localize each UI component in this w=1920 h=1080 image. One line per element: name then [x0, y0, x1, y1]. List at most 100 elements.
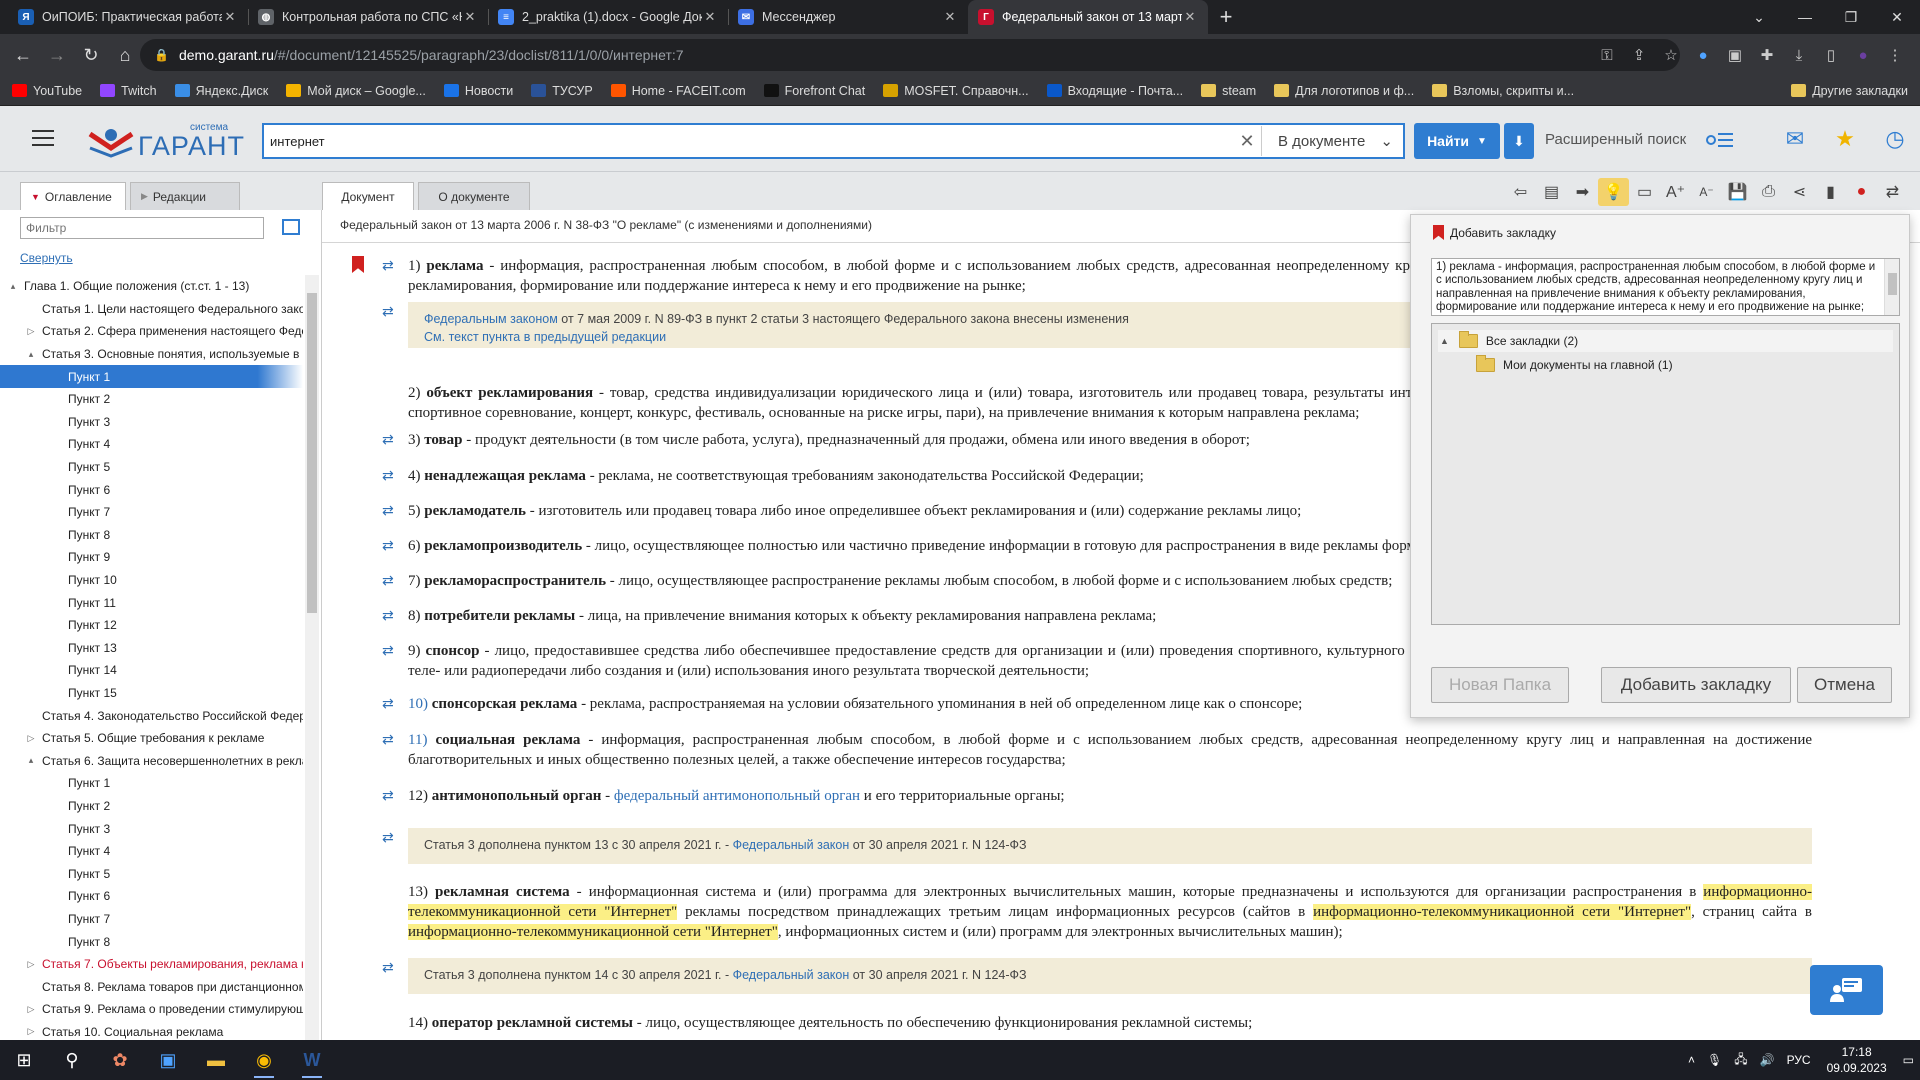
garant-logo[interactable]: система ГАРАНТ — [88, 123, 245, 160]
toc-item[interactable]: Пункт 8 — [0, 930, 303, 953]
download-icon[interactable]: ⤓ — [1784, 39, 1814, 71]
file-explorer-icon[interactable]: ▬ — [192, 1040, 240, 1080]
start-button[interactable]: ⊞ — [0, 1040, 48, 1080]
other-bookmarks[interactable]: Другие закладки — [1791, 84, 1908, 98]
tab-search-icon[interactable]: ⌄ — [1736, 0, 1782, 34]
volume-icon[interactable]: 🔊 — [1760, 1053, 1775, 1067]
paragraph-link-icon[interactable]: ⇄ — [382, 503, 396, 519]
reload-button[interactable]: ↻ — [74, 38, 108, 72]
toc-item[interactable]: Пункт 7 — [0, 908, 303, 931]
toc-item[interactable]: ▷ Статья 9. Реклама о проведении стимулир… — [0, 998, 303, 1021]
toc-item[interactable]: Пункт 6 — [0, 885, 303, 908]
notifications-icon[interactable]: ▭ — [1903, 1053, 1914, 1067]
prev-arrow-icon[interactable]: ⇦ — [1505, 178, 1536, 206]
tab-close-icon[interactable]: ✕ — [702, 9, 718, 25]
toc-item[interactable]: ▴ Статья 3. Основные понятия, используемы… — [0, 343, 303, 366]
bookmark-item[interactable]: Для логотипов и ф... — [1274, 84, 1414, 98]
bookmark-text-scrollbar-thumb[interactable] — [1888, 273, 1897, 295]
browser-tab[interactable]: ≡ 2_praktika (1).docx - Google Док ✕ — [488, 0, 728, 34]
mail-users-icon[interactable]: ✉ — [1770, 120, 1820, 158]
toc-item[interactable]: Пункт 3 — [0, 817, 303, 840]
advanced-search-icon[interactable] — [1706, 131, 1734, 149]
toc-item[interactable]: Пункт 5 — [0, 456, 303, 479]
bookmark-item[interactable]: YouTube — [12, 84, 82, 98]
clock[interactable]: 17:18 09.09.2023 — [1827, 1044, 1887, 1076]
share-icon[interactable]: ⇪ — [1624, 39, 1654, 71]
p10-number[interactable]: 10) — [408, 696, 428, 712]
note1-law-link[interactable]: Федеральным законом — [424, 312, 558, 326]
save-icon[interactable]: 💾 — [1722, 178, 1753, 206]
toc-item[interactable]: Пункт 6 — [0, 478, 303, 501]
bookmark-item[interactable]: Яндекс.Диск — [174, 84, 268, 98]
back-button[interactable]: ← — [6, 38, 40, 72]
p12-antimonopoly-link[interactable]: федеральный антимонопольный орган — [614, 788, 860, 804]
tab-document[interactable]: Документ — [322, 182, 414, 210]
paragraph-link-icon[interactable]: ⇄ — [382, 696, 396, 712]
toc-item[interactable]: Пункт 4 — [0, 840, 303, 863]
bookmark-item[interactable]: ТУСУР — [531, 84, 593, 98]
browser-tab[interactable]: Я ОиПОИБ: Практическая работа ✕ — [8, 0, 248, 34]
toc-item[interactable]: Пункт 14 — [0, 659, 303, 682]
toc-item[interactable]: Пункт 2 — [0, 388, 303, 411]
restore-button[interactable]: ❐ — [1828, 0, 1874, 34]
toc-item[interactable]: Пункт 11 — [0, 591, 303, 614]
toc-item[interactable]: Статья 4. Законодательство Российской Фе… — [0, 704, 303, 727]
advanced-search-link[interactable]: Расширенный поиск — [1545, 131, 1686, 148]
browser-tab[interactable]: Г Федеральный закон от 13 марта ✕ — [968, 0, 1208, 34]
warning-icon[interactable]: ● — [1846, 178, 1877, 206]
toc-item[interactable]: Пункт 15 — [0, 682, 303, 705]
bookmark-item[interactable]: Входящие - Почта... — [1046, 84, 1183, 98]
find-down-button[interactable]: ⬇ — [1504, 123, 1534, 159]
toc-item[interactable]: Пункт 9 — [0, 546, 303, 569]
extension-2-icon[interactable]: ▣ — [1720, 39, 1750, 71]
toc-item[interactable]: ▷ Статья 10. Социальная реклама — [0, 1021, 303, 1040]
note-link-icon[interactable]: ⇄ — [382, 960, 396, 976]
chrome-icon[interactable]: ◉ — [240, 1040, 288, 1080]
note-link-icon[interactable]: ⇄ — [382, 830, 396, 846]
toc-item[interactable]: ▴ Статья 6. Защита несовершеннолетних в р… — [0, 749, 303, 772]
paragraph-link-icon[interactable]: ⇄ — [382, 258, 396, 274]
new-folder-button[interactable]: Новая Папка — [1431, 667, 1569, 703]
lock-icon[interactable]: 🔒 — [154, 48, 169, 62]
toc-item[interactable]: ▴ Глава 1. Общие положения (ст.ст. 1 - 13… — [0, 275, 303, 298]
paragraph-link-icon[interactable]: ⇄ — [382, 788, 396, 804]
search-icon[interactable]: ⚲ — [48, 1040, 96, 1080]
tab-about-document[interactable]: О документе — [418, 182, 530, 210]
toc-item[interactable]: Пункт 8 — [0, 524, 303, 547]
language-indicator[interactable]: РУС — [1787, 1053, 1811, 1067]
browser-tab[interactable]: ✉ Мессенджер ✕ — [728, 0, 968, 34]
toc-expander-icon[interactable]: ▴ — [6, 281, 20, 292]
add-bookmark-button[interactable]: Добавить закладку — [1601, 667, 1791, 703]
app-store-icon[interactable]: ▣ — [144, 1040, 192, 1080]
bookmark-item[interactable]: Мой диск – Google... — [286, 84, 426, 98]
swap-icon[interactable]: ⇄ — [1877, 178, 1908, 206]
tab-close-icon[interactable]: ✕ — [222, 9, 238, 25]
paragraph-link-icon[interactable]: ⇄ — [382, 573, 396, 589]
toc-expander-icon[interactable]: ▴ — [24, 755, 38, 766]
bookmark-text-area[interactable]: 1) реклама - информация, распространенна… — [1431, 258, 1900, 316]
paragraph-link-icon[interactable]: ⇄ — [382, 643, 396, 659]
document-icon[interactable]: ▤ — [1536, 178, 1567, 206]
search-scope-select[interactable]: В документе ⌄ — [1261, 126, 1403, 156]
bookmark-text-scrollbar[interactable] — [1884, 259, 1899, 315]
toc-item[interactable]: Пункт 12 — [0, 614, 303, 637]
view-icon[interactable]: ▭ — [1629, 178, 1660, 206]
toc-expander-icon[interactable]: ▴ — [24, 349, 38, 360]
filter-button[interactable] — [282, 219, 300, 235]
close-window-button[interactable]: ✕ — [1874, 0, 1920, 34]
toc-expander-icon[interactable]: ▷ — [24, 1004, 38, 1015]
toc-item[interactable]: Пункт 13 — [0, 637, 303, 660]
next-arrow-icon[interactable]: ➡ — [1567, 178, 1598, 206]
toc-item[interactable]: Пункт 3 — [0, 411, 303, 434]
browser-tab[interactable]: ◍ Контрольная работа по СПС «К ✕ — [248, 0, 488, 34]
toc-item[interactable]: ▷ Статья 7. Объекты рекламирования, рекла… — [0, 953, 303, 976]
new-tab-button[interactable]: + — [1208, 0, 1244, 34]
paragraph-link-icon[interactable]: ⇄ — [382, 538, 396, 554]
search-input[interactable] — [264, 126, 1233, 156]
puzzle-icon[interactable]: ✚ — [1752, 39, 1782, 71]
bookmark-item[interactable]: steam — [1201, 84, 1256, 98]
paragraph-link-icon[interactable]: ⇄ — [382, 608, 396, 624]
toc-item[interactable]: Пункт 1 — [0, 365, 303, 388]
bookmark-item[interactable]: Forefront Chat — [763, 84, 865, 98]
tab-close-icon[interactable]: ✕ — [942, 9, 958, 25]
